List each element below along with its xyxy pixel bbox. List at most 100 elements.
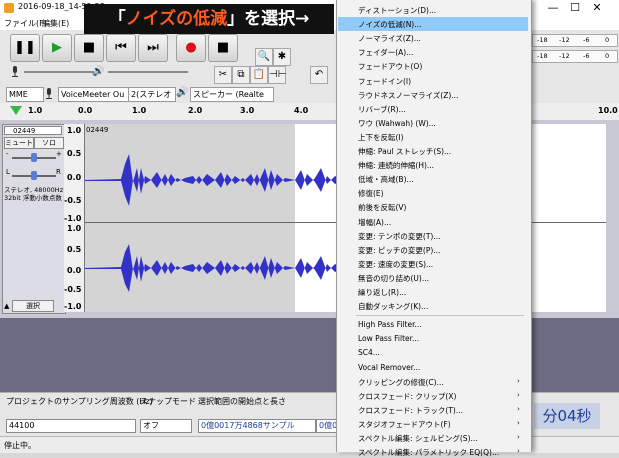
effect-menu-item[interactable]: 自動ダッキング(K)... [358, 301, 428, 312]
effect-menu-item[interactable]: クリッピングの修復(C)... [358, 377, 444, 388]
effect-menu-item[interactable]: 伸縮: 連続的伸縮(H)... [358, 160, 434, 171]
meter-tick: -12 [559, 36, 570, 44]
trim-icon: ⊣⊢ [269, 69, 287, 80]
copy-button[interactable]: ⧉ [232, 66, 250, 84]
scale-label: -1.0 [64, 214, 82, 223]
project-rate-select[interactable]: 44100 [6, 419, 136, 433]
effect-menu-item[interactable]: フェイダー(A)... [358, 47, 413, 58]
record-meter[interactable]: -18 -12 -6 0 [532, 34, 618, 47]
undo-button[interactable]: ↶ [310, 66, 328, 84]
record-icon: ● [185, 40, 197, 55]
gain-slider-thumb[interactable] [31, 153, 37, 162]
effect-menu-item[interactable]: ワウ (Wahwah) (W)... [358, 118, 436, 129]
effect-menu-item[interactable]: 変更: テンポの変更(T)... [358, 231, 441, 242]
effect-menu-item[interactable]: 修復(E) [358, 188, 384, 199]
record-button[interactable]: ● [176, 34, 206, 62]
track-name-menu[interactable]: 02449 [4, 126, 62, 135]
pan-right-label: R [56, 168, 61, 176]
waveform-lower-channel [85, 244, 360, 292]
record-volume-slider[interactable] [24, 71, 94, 73]
effect-menu-item[interactable]: High Pass Filter... [358, 320, 422, 329]
effect-menu-item[interactable]: スペクトル編集: パラメトリック EQ(Q)... [358, 447, 499, 458]
gain-minus-label: - [6, 150, 9, 158]
meter-tick: 0 [605, 36, 610, 44]
copy-icon: ⧉ [237, 69, 245, 80]
cut-button[interactable]: ✂ [214, 66, 232, 84]
meter-tick: -18 [537, 52, 548, 60]
scale-label: -0.5 [64, 285, 82, 294]
effect-menu-item[interactable]: スペクトル編集: シェルビング(S)... [358, 433, 478, 444]
effect-menu-item[interactable]: フェードアウト(O) [358, 61, 422, 72]
snap-mode-select[interactable]: オフ [140, 419, 192, 433]
effect-menu-item[interactable]: 上下を反転(I) [358, 132, 404, 143]
playback-meter[interactable]: -18 -12 -6 0 [532, 50, 618, 63]
paste-button[interactable]: 📋 [250, 66, 268, 84]
effect-menu-item[interactable]: 変更: ピッチの変更(P)... [358, 245, 440, 256]
effect-menu-item[interactable]: スタジオフェードアウト(F) [358, 419, 451, 430]
effect-menu-item[interactable]: ノーマライズ(Z)... [358, 33, 421, 44]
banner-open-quote: 「 [108, 9, 126, 29]
playback-volume-slider[interactable] [108, 71, 188, 73]
play-head-triangle-icon[interactable] [10, 106, 22, 115]
scale-label: 0.5 [67, 245, 82, 254]
meter-tick: -6 [583, 36, 590, 44]
ruler-tick: 1.0 [132, 106, 147, 115]
effect-menu-item[interactable]: リバーブ(R)... [358, 104, 406, 115]
skip-end-icon: ⏭ [147, 40, 159, 55]
pan-slider-thumb[interactable] [31, 171, 37, 180]
skip-start-icon: ⏮ [115, 40, 127, 55]
close-button[interactable]: ✕ [575, 0, 619, 16]
play-button[interactable]: ▶ [42, 34, 72, 62]
scale-label: 0.0 [67, 266, 82, 275]
effect-menu-item[interactable]: ラウドネスノーマライズ(Z)... [358, 90, 458, 101]
snap-mode-label: スナップモード [140, 397, 196, 406]
zoom-icon: 🔍 [257, 51, 271, 62]
selection-start-field[interactable]: 0億0017万4868サンプル [198, 419, 316, 433]
effect-menu-item[interactable]: 変更: 速度の変更(S)... [358, 259, 433, 270]
stop-record-button[interactable]: ■ [208, 34, 238, 62]
collapse-track-icon[interactable]: ▲ [4, 302, 9, 310]
playback-device-select[interactable]: スピーカー (Realte [190, 87, 274, 102]
zoom-tool-button[interactable]: 🔍 [255, 48, 273, 66]
skip-to-start-button[interactable]: ⏮ [106, 34, 136, 62]
effect-menu-item[interactable]: ノイズの低減(N)... [358, 19, 421, 30]
ruler-tick: 1.0 [28, 106, 43, 115]
effect-menu-item[interactable]: 無音の切り詰め(U)... [358, 273, 429, 284]
effect-menu-item[interactable]: 増幅(A)... [358, 217, 391, 228]
effect-menu-item[interactable]: ディストーション(D)... [358, 5, 436, 16]
pause-button[interactable]: ❚❚ [10, 34, 40, 62]
effect-menu-item[interactable]: フェードイン(I) [358, 76, 411, 87]
mute-button[interactable]: ミュート [4, 137, 34, 149]
stop-button[interactable]: ■ [74, 34, 104, 62]
menu-edit[interactable]: 編集(E) [42, 18, 69, 29]
microphone-icon [10, 66, 20, 78]
selection-length-field[interactable]: 0億0 [316, 419, 338, 433]
scale-label: 1.0 [67, 224, 82, 233]
ruler-tick: 0.0 [78, 106, 93, 115]
trim-button[interactable]: ⊣⊢ [268, 66, 286, 84]
audio-position-display[interactable]: 分04秒 [534, 403, 600, 429]
recording-channels-select[interactable]: 2(ステレオ [128, 87, 176, 102]
effect-menu-item[interactable]: 伸縮: Paul ストレッチ(S)... [358, 146, 451, 157]
banner-highlight: ノイズの低減 [125, 9, 228, 29]
meter-tick: -6 [583, 52, 590, 60]
effect-menu-item[interactable]: Vocal Remover... [358, 363, 420, 372]
effect-menu-item[interactable]: Low Pass Filter... [358, 334, 419, 343]
select-track-button[interactable]: 選択 [12, 300, 54, 312]
stop-icon: ■ [82, 40, 96, 55]
effect-menu-item[interactable]: クロスフェード: クリップ(X) [358, 391, 456, 402]
effect-menu-item[interactable]: 繰り返し(R)... [358, 287, 406, 298]
scale-label: 0.0 [67, 173, 82, 182]
effect-menu-item[interactable]: クロスフェード: トラック(T)... [358, 405, 463, 416]
gain-plus-label: + [56, 150, 62, 158]
multi-tool-button[interactable]: ✱ [273, 48, 291, 66]
recording-device-select[interactable]: VoiceMeeter Ou [58, 87, 130, 102]
menu-file[interactable]: ファイル(F) [4, 18, 47, 29]
solo-button[interactable]: ソロ [34, 137, 64, 149]
effect-menu-item[interactable]: SC4... [358, 348, 380, 357]
effect-menu-item[interactable]: 低域・高域(B)... [358, 174, 414, 185]
audio-host-select[interactable]: MME [6, 87, 44, 102]
skip-to-end-button[interactable]: ⏭ [138, 34, 168, 62]
effect-menu-item[interactable]: 前後を反転(V) [358, 202, 406, 213]
track-format-line: ステレオ, 48000Hz [4, 186, 64, 194]
